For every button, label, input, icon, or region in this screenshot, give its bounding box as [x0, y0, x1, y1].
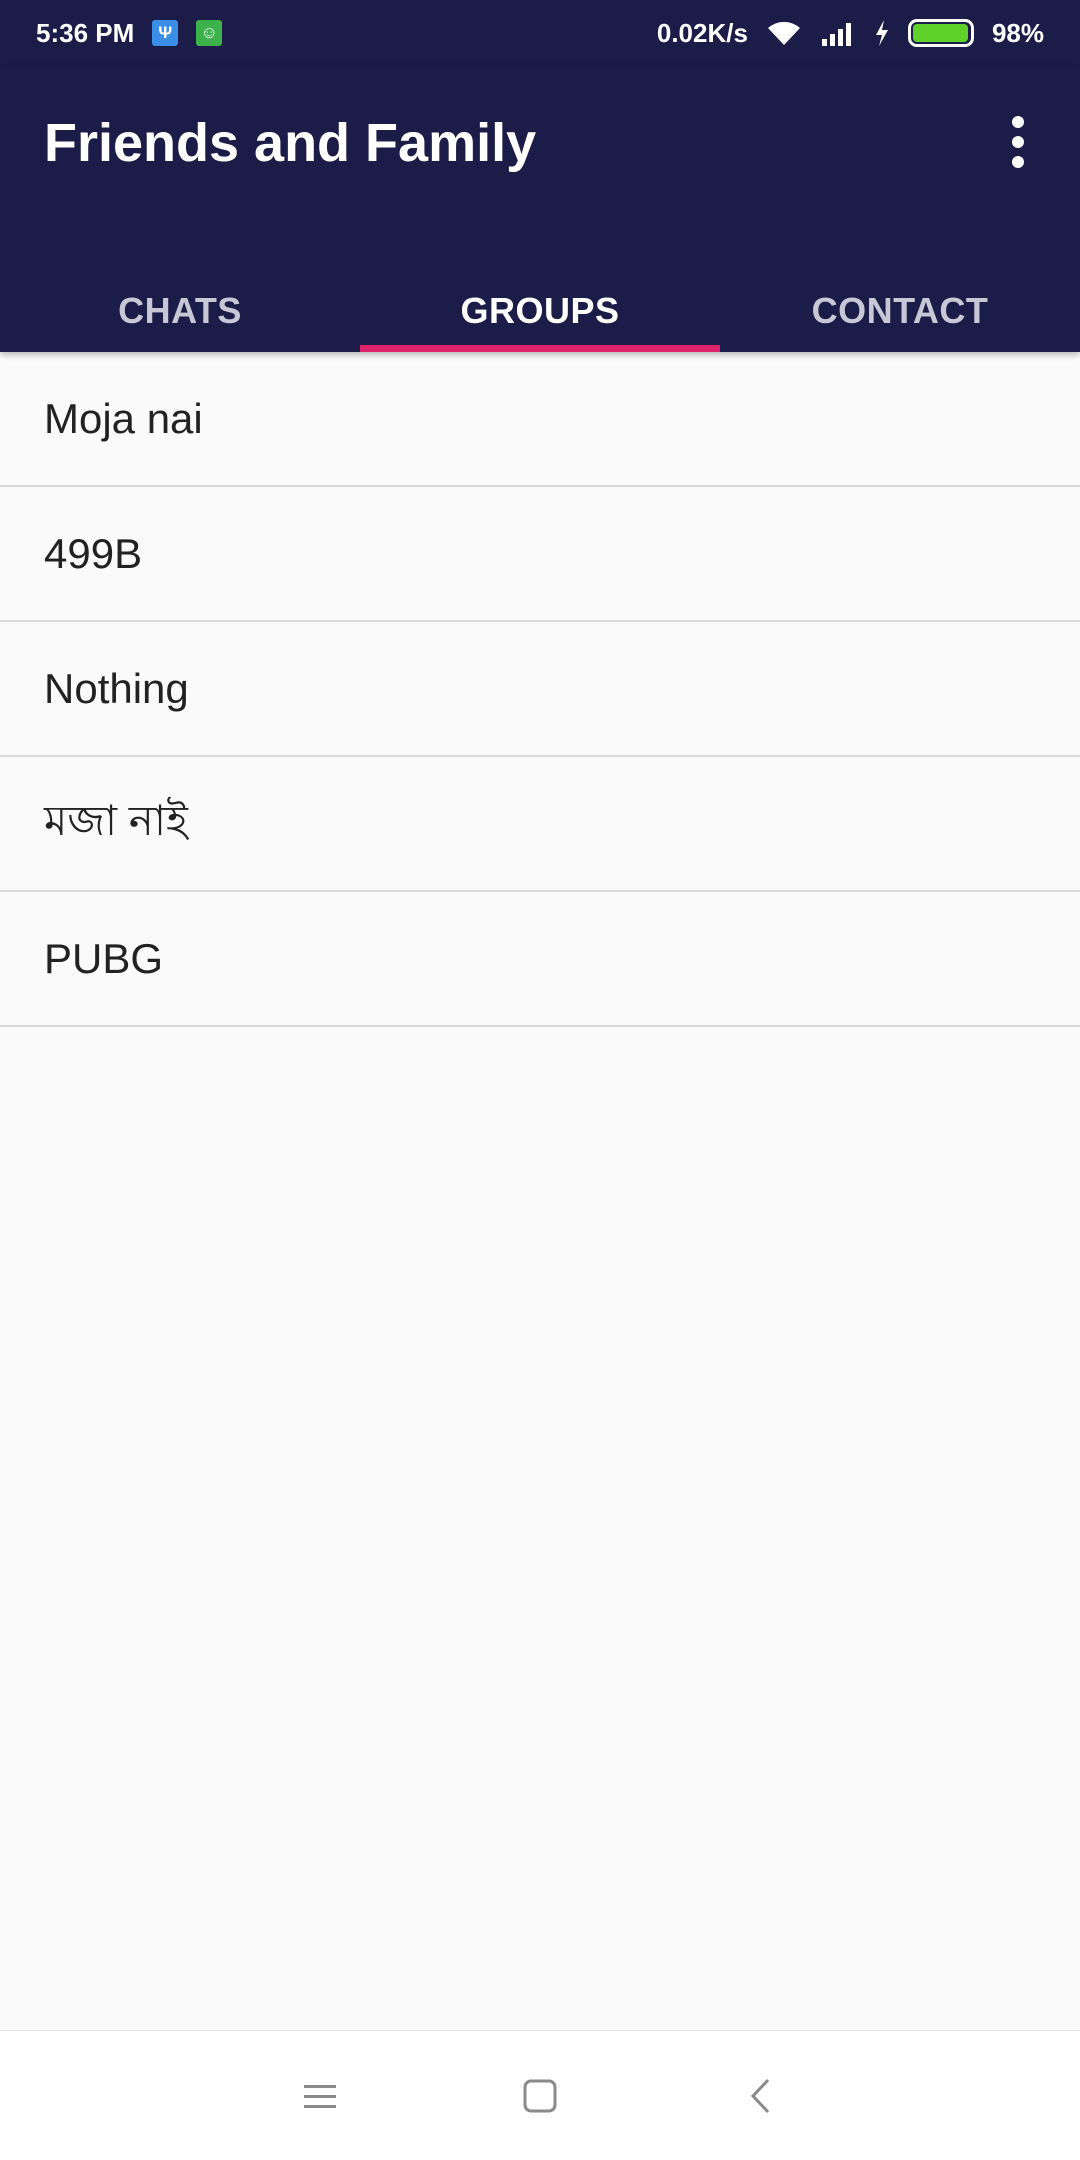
home-icon: [523, 2079, 557, 2112]
list-item[interactable]: Moja nai: [0, 352, 1080, 487]
group-list: Moja nai 499B Nothing মজা নাই PUBG: [0, 352, 1080, 1027]
group-name: Nothing: [44, 664, 189, 712]
home-button[interactable]: [430, 2046, 650, 2146]
group-name: 499B: [44, 529, 143, 577]
charging-icon: [875, 20, 888, 46]
wifi-icon: [767, 21, 800, 45]
tab-label: GROUPS: [460, 290, 620, 331]
menu-dot: [1012, 156, 1024, 168]
list-item[interactable]: PUBG: [0, 892, 1080, 1027]
tab-label: CHATS: [118, 290, 242, 331]
group-name: Moja nai: [44, 394, 203, 442]
menu-dot: [1012, 136, 1024, 148]
network-speed: 0.02K/s: [656, 17, 748, 48]
battery-level-fill: [912, 24, 968, 42]
tab-label: CONTACT: [811, 290, 989, 331]
group-name: PUBG: [44, 934, 164, 982]
battery-icon: [907, 19, 974, 47]
status-bar-right: 0.02K/s 98%: [657, 18, 1044, 49]
list-item[interactable]: 499B: [0, 487, 1080, 622]
status-bar: 5:36 PM Ψ ☺ 0.02K/s 98%: [0, 0, 1080, 66]
group-name: মজা নাই: [44, 797, 188, 844]
tab-bar: CHATS GROUPS CONTACT: [0, 284, 1080, 352]
back-icon: [750, 2078, 770, 2113]
back-button[interactable]: [650, 2046, 870, 2146]
tab-groups[interactable]: GROUPS: [360, 284, 720, 352]
tab-chats[interactable]: CHATS: [0, 284, 360, 352]
menu-icon: [304, 2084, 336, 2108]
status-bar-left: 5:36 PM Ψ ☺: [36, 17, 223, 49]
android-icon: ☺: [196, 20, 223, 46]
battery-percent: 98%: [991, 17, 1044, 48]
list-item[interactable]: Nothing: [0, 622, 1080, 757]
status-time: 5:36 PM: [36, 17, 135, 48]
app-bar: Friends and Family CHATS GROUPS CONTACT: [0, 66, 1080, 352]
usb-icon: Ψ: [152, 20, 179, 46]
recents-button[interactable]: [210, 2046, 430, 2146]
signal-icon: [821, 23, 851, 46]
tab-contact[interactable]: CONTACT: [720, 284, 1080, 352]
app-title: Friends and Family: [44, 113, 537, 173]
list-item[interactable]: মজা নাই: [0, 757, 1080, 892]
active-tab-indicator: [360, 345, 720, 352]
more-vert-icon[interactable]: [982, 106, 1054, 178]
navigation-bar: [0, 2030, 1080, 2160]
menu-dot: [1012, 116, 1024, 128]
